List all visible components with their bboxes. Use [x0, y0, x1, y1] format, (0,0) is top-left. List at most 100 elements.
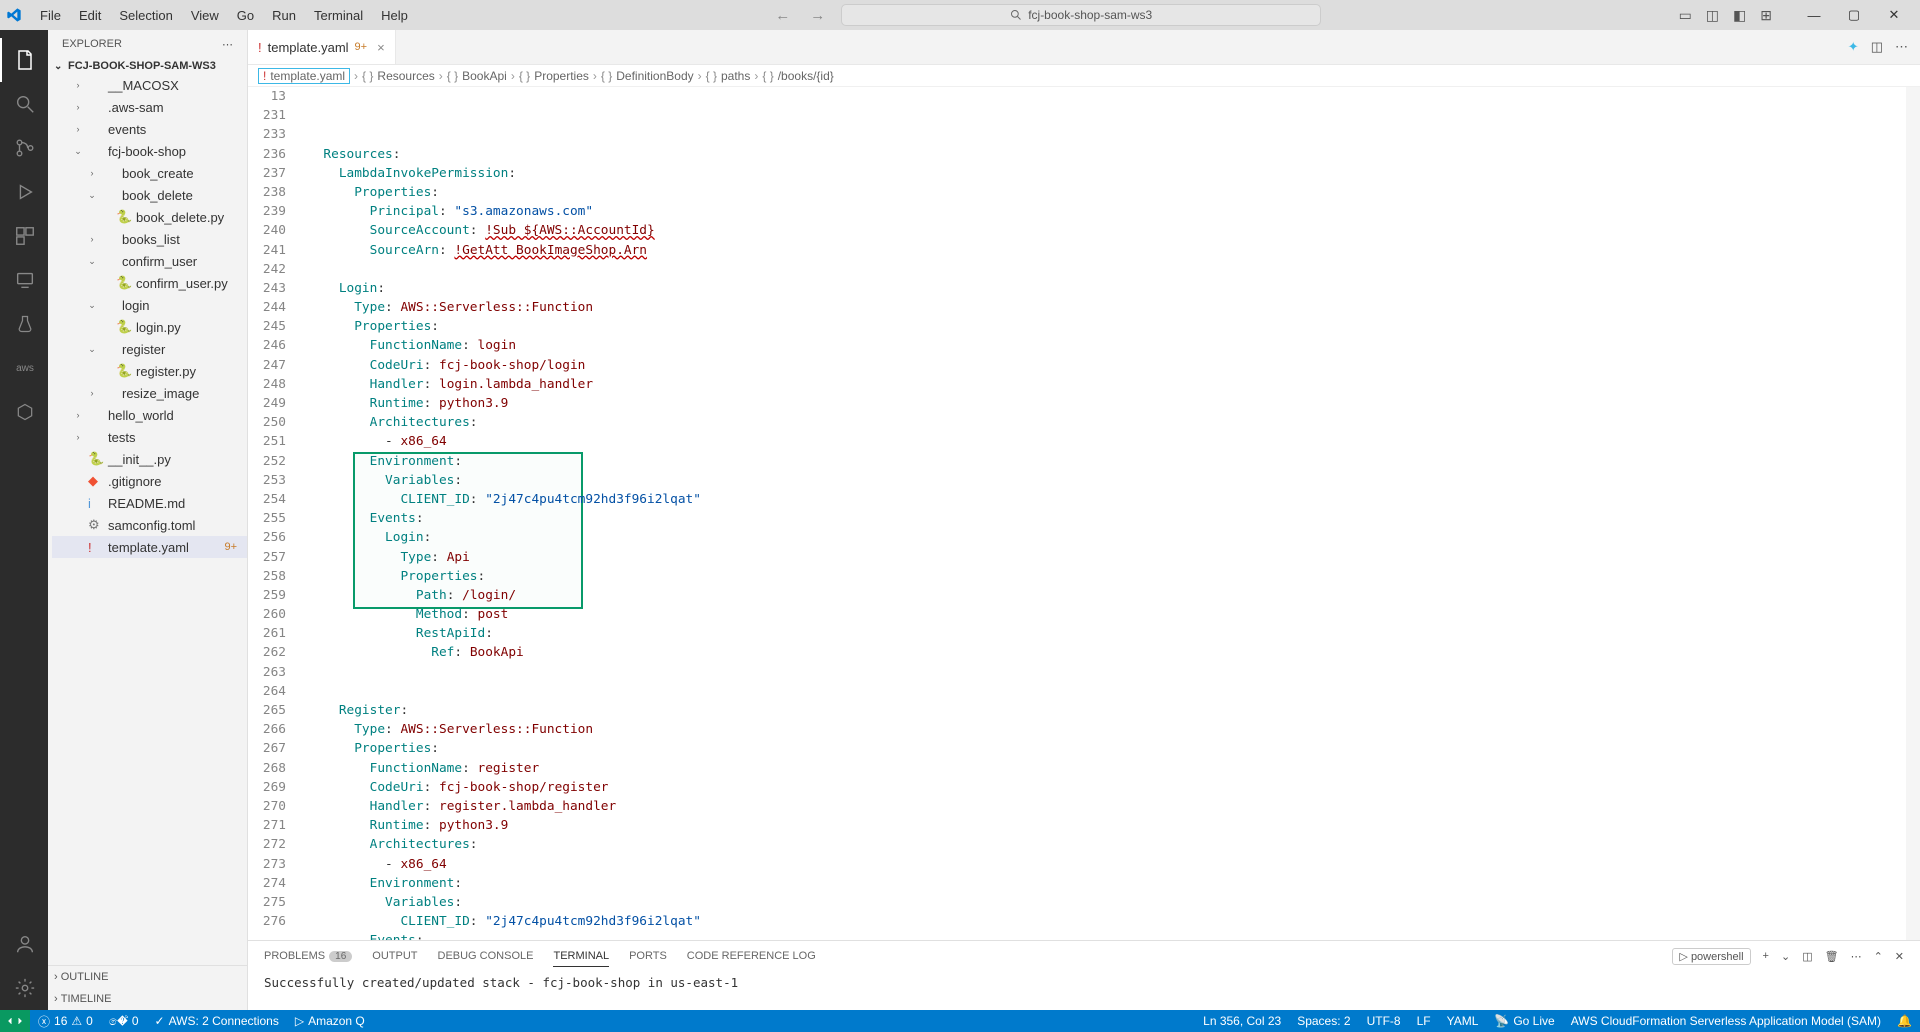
status-amazonq[interactable]: ▷ Amazon Q: [287, 1014, 373, 1028]
activity-hex[interactable]: [0, 390, 48, 434]
menu-edit[interactable]: Edit: [71, 4, 109, 27]
tree-item---macosx[interactable]: ›__MACOSX: [52, 74, 247, 96]
tree-item-fcj-book-shop[interactable]: ⌄fcj-book-shop: [52, 140, 247, 162]
breadcrumb-template-yaml[interactable]: ! template.yaml: [258, 68, 350, 84]
status-spaces[interactable]: Spaces: 2: [1289, 1014, 1358, 1028]
status-ln-col[interactable]: Ln 356, Col 23: [1195, 1014, 1289, 1028]
status-ports[interactable]: �ේ 0: [101, 1014, 147, 1029]
activity-settings[interactable]: [0, 966, 48, 1010]
menu-terminal[interactable]: Terminal: [306, 4, 371, 27]
menu-selection[interactable]: Selection: [111, 4, 180, 27]
tree-item-login[interactable]: ⌄login: [52, 294, 247, 316]
nav-back-icon[interactable]: ←: [771, 7, 794, 24]
panel-close-icon[interactable]: ✕: [1895, 950, 1904, 963]
tree-item-hello-world[interactable]: ›hello_world: [52, 404, 247, 426]
activity-git[interactable]: [0, 126, 48, 170]
tree-item-confirm-user-py[interactable]: 🐍confirm_user.py: [52, 272, 247, 294]
panel-tab-terminal[interactable]: TERMINAL: [553, 946, 609, 967]
menu-view[interactable]: View: [183, 4, 227, 27]
terminal-dropdown-icon[interactable]: ⌄: [1781, 950, 1790, 963]
panel-tab-output[interactable]: OUTPUT: [372, 946, 417, 966]
status-remote[interactable]: [0, 1010, 30, 1032]
activity-remote[interactable]: [0, 258, 48, 302]
tree-item-books-list[interactable]: ›books_list: [52, 228, 247, 250]
breadcrumb--books--id-[interactable]: { } /books/{id}: [762, 69, 833, 83]
status-lang[interactable]: YAML: [1439, 1014, 1487, 1028]
layout-grid-icon[interactable]: ⊞: [1758, 7, 1774, 24]
tree-item-register-py[interactable]: 🐍register.py: [52, 360, 247, 382]
tab-template-yaml[interactable]: ! template.yaml 9+ ×: [248, 30, 396, 64]
status-problems[interactable]: ⓧ 16 ⚠ 0: [30, 1013, 101, 1030]
status-encoding[interactable]: UTF-8: [1359, 1014, 1409, 1028]
layout-primary-icon[interactable]: ▭: [1677, 7, 1694, 24]
activity-aws[interactable]: aws: [0, 346, 48, 390]
split-editor-icon[interactable]: ◫: [1871, 39, 1883, 55]
terminal-trash-icon[interactable]: 🗑: [1825, 950, 1839, 963]
project-section-title[interactable]: ⌄ FCJ-BOOK-SHOP-SAM-WS3: [48, 58, 247, 74]
menu-run[interactable]: Run: [264, 4, 304, 27]
tree-item--gitignore[interactable]: ◆.gitignore: [52, 470, 247, 492]
status-eol[interactable]: LF: [1409, 1014, 1439, 1028]
tree-item-confirm-user[interactable]: ⌄confirm_user: [52, 250, 247, 272]
status-sam[interactable]: AWS CloudFormation Serverless Applicatio…: [1563, 1014, 1889, 1028]
tree-item-resize-image[interactable]: ›resize_image: [52, 382, 247, 404]
window-maximize[interactable]: ▢: [1834, 0, 1874, 30]
tree-item-book-delete-py[interactable]: 🐍book_delete.py: [52, 206, 247, 228]
command-center[interactable]: fcj-book-shop-sam-ws3: [841, 4, 1321, 26]
menu-file[interactable]: File: [32, 4, 69, 27]
tree-item-events[interactable]: ›events: [52, 118, 247, 140]
tree-item-login-py[interactable]: 🐍login.py: [52, 316, 247, 338]
activity-testing[interactable]: [0, 302, 48, 346]
tree-item--aws-sam[interactable]: ›.aws-sam: [52, 96, 247, 118]
panel-tab-problems[interactable]: PROBLEMS16: [264, 946, 352, 966]
minimap[interactable]: [1906, 87, 1920, 940]
panel-maximize-icon[interactable]: ⌃: [1874, 950, 1883, 963]
timeline-section[interactable]: › TIMELINE: [48, 988, 247, 1010]
breadcrumb-definitionbody[interactable]: { } DefinitionBody: [601, 69, 694, 83]
activity-account[interactable]: [0, 922, 48, 966]
tree-item-samconfig-toml[interactable]: ⚙samconfig.toml: [52, 514, 247, 536]
tree-item-readme-md[interactable]: iREADME.md: [52, 492, 247, 514]
panel-tab-ports[interactable]: PORTS: [629, 946, 667, 966]
outline-section[interactable]: › OUTLINE: [48, 966, 247, 988]
status-notifications[interactable]: 🔔: [1889, 1014, 1920, 1028]
activity-extensions[interactable]: [0, 214, 48, 258]
tab-more-icon[interactable]: ⋯: [1895, 39, 1908, 55]
status-aws[interactable]: ✓ AWS: 2 Connections: [147, 1014, 287, 1028]
tree-item-tests[interactable]: ›tests: [52, 426, 247, 448]
tree-item---init---py[interactable]: 🐍__init__.py: [52, 448, 247, 470]
file-tree: ›__MACOSX›.aws-sam›events⌄fcj-book-shop›…: [48, 74, 247, 558]
tree-item-book-create[interactable]: ›book_create: [52, 162, 247, 184]
breadcrumb-resources[interactable]: { } Resources: [362, 69, 435, 83]
breadcrumb-paths[interactable]: { } paths: [706, 69, 751, 83]
tree-item-register[interactable]: ⌄register: [52, 338, 247, 360]
activity-explorer[interactable]: [0, 38, 48, 82]
close-icon[interactable]: ×: [377, 40, 385, 55]
breadcrumb-properties[interactable]: { } Properties: [519, 69, 589, 83]
breadcrumb[interactable]: ! template.yaml›{ } Resources›{ } BookAp…: [248, 65, 1920, 87]
terminal-select[interactable]: ▷ powershell: [1672, 948, 1750, 965]
code-editor[interactable]: 1323123323623723823924024124224324424524…: [248, 87, 1920, 940]
window-minimize[interactable]: —: [1794, 0, 1834, 30]
tree-item-book-delete[interactable]: ⌄book_delete: [52, 184, 247, 206]
status-golive[interactable]: 📡 Go Live: [1486, 1014, 1562, 1028]
activity-debug[interactable]: [0, 170, 48, 214]
project-name: FCJ-BOOK-SHOP-SAM-WS3: [68, 60, 216, 72]
nav-forward-icon[interactable]: →: [806, 7, 829, 24]
terminal-add-icon[interactable]: +: [1763, 950, 1769, 962]
panel-tab-debug[interactable]: DEBUG CONSOLE: [438, 946, 534, 966]
sparkle-icon[interactable]: ✦: [1848, 39, 1859, 55]
activity-search[interactable]: [0, 82, 48, 126]
sidebar-more-icon[interactable]: ⋯: [222, 38, 233, 51]
terminal-output[interactable]: Successfully created/updated stack - fcj…: [248, 971, 1920, 1010]
window-close[interactable]: ✕: [1874, 0, 1914, 30]
panel-tab-coderef[interactable]: CODE REFERENCE LOG: [687, 946, 816, 966]
breadcrumb-bookapi[interactable]: { } BookApi: [447, 69, 507, 83]
terminal-more-icon[interactable]: ⋯: [1851, 950, 1862, 963]
menu-help[interactable]: Help: [373, 4, 416, 27]
layout-panel-icon[interactable]: ◫: [1704, 7, 1721, 24]
tree-item-template-yaml[interactable]: !template.yaml9+: [52, 536, 247, 558]
terminal-split-icon[interactable]: ◫: [1802, 950, 1812, 963]
menu-go[interactable]: Go: [229, 4, 262, 27]
layout-side-icon[interactable]: ◧: [1731, 7, 1748, 24]
